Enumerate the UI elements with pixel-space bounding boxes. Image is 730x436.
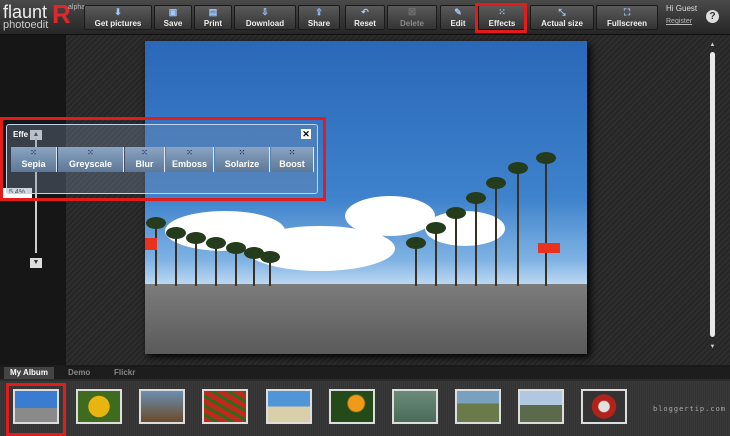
thumbnail-beach[interactable] xyxy=(266,389,312,424)
photo-palm xyxy=(186,232,206,286)
resize-icon: ⤡ xyxy=(558,7,566,17)
photo-palm xyxy=(536,152,556,286)
thumbnail-bench-scene[interactable] xyxy=(139,389,185,424)
thumbnail-carriage[interactable] xyxy=(455,389,501,424)
tab-demo[interactable]: Demo xyxy=(62,367,96,379)
thumbnail-vintage-car[interactable] xyxy=(581,389,627,424)
photo-red-sign xyxy=(145,238,157,250)
undo-icon: ↶ xyxy=(361,7,369,17)
vertical-scrollbar[interactable]: ▲ ▼ xyxy=(708,42,717,352)
photo-cloud xyxy=(345,196,435,236)
printer-icon: ▤ xyxy=(208,7,218,17)
tab-my-album[interactable]: My Album xyxy=(4,367,54,379)
save-button[interactable]: ▣ Save xyxy=(154,5,192,30)
print-button[interactable]: ▤ Print xyxy=(194,5,232,30)
close-box-icon: ☒ xyxy=(407,7,417,17)
photo-palm xyxy=(426,222,446,286)
download-button[interactable]: ⇩ Download xyxy=(234,5,296,30)
fullscreen-button[interactable]: ⛶ Fullscreen xyxy=(596,5,658,30)
photo-road xyxy=(145,284,587,354)
user-area: Hi Guest Register xyxy=(666,4,697,25)
edit-button[interactable]: ✎ Edit xyxy=(440,5,476,30)
actual-size-button[interactable]: ⤡ Actual size xyxy=(530,5,594,30)
help-icon[interactable]: ? xyxy=(706,10,719,23)
thumbnail-bird-of-paradise[interactable] xyxy=(329,389,375,424)
photo-palm xyxy=(226,242,246,286)
edit-icon: ✎ xyxy=(454,7,462,17)
user-greeting: Hi Guest xyxy=(666,4,698,13)
floppy-disk-icon: ▣ xyxy=(168,7,178,17)
photo-palm xyxy=(406,237,426,286)
thumbnail-highlight-box xyxy=(6,383,66,436)
effects-panel-highlight-box xyxy=(0,117,326,201)
delete-button[interactable]: ☒ Delete xyxy=(387,5,437,30)
share-icon: ⇪ xyxy=(315,7,323,17)
photo-palm xyxy=(446,207,466,286)
reset-button[interactable]: ↶ Reset xyxy=(345,5,385,30)
photo-red-sign xyxy=(538,243,560,253)
album-tabs: My Album Demo Flickr xyxy=(0,367,730,379)
photo-palm xyxy=(206,237,226,286)
photo-palm xyxy=(466,192,486,286)
tab-flickr[interactable]: Flickr xyxy=(108,367,141,379)
photo-palm xyxy=(508,162,528,286)
share-button[interactable]: ⇪ Share xyxy=(298,5,340,30)
scroll-down-icon[interactable]: ▼ xyxy=(708,344,717,352)
app-logo: flaunt R alpha photoedit xyxy=(2,0,86,32)
zoom-out-icon[interactable]: ▼ xyxy=(30,258,42,268)
logo-sub: photoedit xyxy=(3,19,49,31)
photo-palm xyxy=(486,177,506,286)
scroll-up-icon[interactable]: ▲ xyxy=(708,42,717,50)
thumbnail-chili-peppers[interactable] xyxy=(202,389,248,424)
photo-palm xyxy=(244,247,264,286)
download-arrow-icon: ⬇ xyxy=(114,7,122,17)
get-pictures-button[interactable]: ⬇ Get pictures xyxy=(84,5,152,30)
download-icon: ⇩ xyxy=(261,7,269,17)
watermark: bloggertip.com xyxy=(653,405,727,413)
register-link[interactable]: Register xyxy=(666,18,697,25)
scroll-thumb[interactable] xyxy=(710,52,715,337)
effects-highlight-box xyxy=(475,3,527,33)
logo-badge: alpha xyxy=(68,4,86,11)
thumbnail-ducks[interactable] xyxy=(392,389,438,424)
photo-palm xyxy=(260,251,280,286)
expand-icon: ⛶ xyxy=(623,7,631,17)
photo-palm xyxy=(146,217,166,286)
thumbnail-sunflower[interactable] xyxy=(76,389,122,424)
thumbnail-street[interactable] xyxy=(518,389,564,424)
photo-palm xyxy=(166,227,186,286)
